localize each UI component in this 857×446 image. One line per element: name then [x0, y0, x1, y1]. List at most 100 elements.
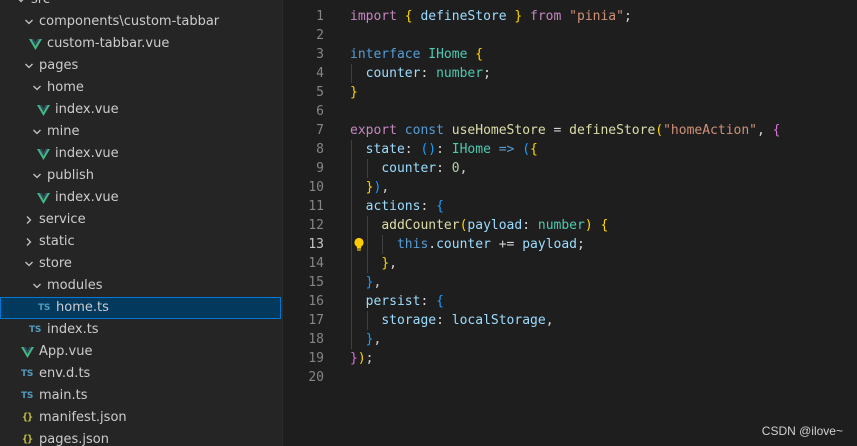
file-item[interactable]: TS main.ts: [0, 385, 281, 407]
chevron-down-icon[interactable]: [30, 165, 44, 187]
ts-file-icon: TS: [19, 385, 35, 407]
code-line[interactable]: 10 }),: [283, 178, 857, 197]
code-token: storage: [381, 313, 437, 328]
chevron-down-icon[interactable]: [30, 275, 44, 297]
code-line[interactable]: 13 this.counter += payload;: [283, 235, 857, 254]
code-text: this.counter += payload;: [350, 235, 585, 254]
code-line[interactable]: 8 state: (): IHome => ({: [283, 140, 857, 159]
code-line[interactable]: 19});: [283, 349, 857, 368]
file-item[interactable]: TS index.ts: [0, 319, 281, 341]
code-line[interactable]: 17 storage: localStorage,: [283, 311, 857, 330]
code-line[interactable]: 14 },: [283, 254, 857, 273]
chevron-right-icon[interactable]: [22, 231, 36, 253]
folder-item[interactable]: components\custom-tabbar: [0, 11, 281, 33]
code-line[interactable]: 11 actions: {: [283, 197, 857, 216]
code-token: counter: [365, 66, 421, 81]
ts-file-icon: TS: [27, 319, 43, 341]
code-line[interactable]: 5}: [283, 83, 857, 102]
lightbulb-icon[interactable]: [352, 235, 366, 254]
code-token: =: [545, 123, 570, 138]
code-line[interactable]: 6: [283, 102, 857, 121]
code-token: {: [772, 123, 781, 138]
code-token: (: [522, 142, 531, 157]
line-number: 6: [316, 104, 324, 119]
tree-item-label: static: [39, 234, 75, 249]
folder-item[interactable]: publish: [0, 165, 281, 187]
chevron-down-icon[interactable]: [30, 121, 44, 143]
code-token: ,: [381, 180, 390, 195]
code-token: IHome: [451, 142, 491, 157]
tree-item-label: mine: [47, 124, 80, 139]
code-token: {: [404, 9, 413, 24]
code-line[interactable]: 9 counter: 0,: [283, 159, 857, 178]
file-item[interactable]: TS home.ts: [0, 297, 281, 319]
line-number: 12: [308, 218, 324, 233]
chevron-down-icon[interactable]: [30, 77, 44, 99]
code-token: persist: [365, 294, 421, 309]
file-item[interactable]: index.vue: [0, 99, 281, 121]
vue-file-icon: [35, 99, 51, 121]
indent-guide: [382, 235, 384, 254]
code-line[interactable]: 3 interface IHome {: [283, 45, 857, 64]
file-item[interactable]: index.vue: [0, 143, 281, 165]
folder-item[interactable]: modules: [0, 275, 281, 297]
code-token: from: [530, 9, 562, 24]
chevron-right-icon[interactable]: [22, 209, 36, 231]
code-token: IHome: [428, 47, 468, 62]
code-token: "pinia": [569, 9, 624, 24]
code-line[interactable]: 7 export const useHomeStore = defineStore…: [283, 121, 857, 140]
code-token: counter: [381, 161, 437, 176]
code-line[interactable]: 12 addCounter(payload: number) {: [283, 216, 857, 235]
chevron-down-icon[interactable]: [22, 55, 36, 77]
file-item[interactable]: index.vue: [0, 187, 281, 209]
code-text: counter: number;: [350, 64, 491, 83]
folder-item[interactable]: home: [0, 77, 281, 99]
code-text: interface IHome {: [350, 45, 483, 64]
folder-item[interactable]: mine: [0, 121, 281, 143]
file-item[interactable]: App.vue: [0, 341, 281, 363]
code-text: persist: {: [350, 292, 444, 311]
indent-guide: [366, 235, 368, 254]
code-editor[interactable]: 1 import { defineStore } from "pinia"; 2 3 i…: [283, 0, 857, 446]
chevron-down-icon[interactable]: [22, 11, 36, 33]
code-text: counter: 0,: [350, 159, 467, 178]
indent-guide: [351, 64, 352, 83]
file-item[interactable]: {} pages.json: [0, 429, 281, 446]
code-token: {: [530, 142, 538, 157]
line-number: 2: [316, 28, 324, 43]
folder-item[interactable]: src: [0, 0, 281, 11]
code-token: :: [420, 199, 437, 214]
code-line[interactable]: 18 },: [283, 330, 857, 349]
code-line[interactable]: 15 },: [283, 273, 857, 292]
code-line[interactable]: 16 persist: {: [283, 292, 857, 311]
watermark: CSDN @ilove~: [761, 424, 843, 438]
code-line[interactable]: 2: [283, 26, 857, 45]
code-text: },: [350, 273, 382, 292]
folder-item[interactable]: static: [0, 231, 281, 253]
folder-item[interactable]: pages: [0, 55, 281, 77]
line-number: 17: [308, 313, 324, 328]
indent-guide: [366, 311, 368, 330]
folder-item[interactable]: store: [0, 253, 281, 275]
code-token: ): [357, 351, 366, 366]
code-line[interactable]: 20: [283, 368, 857, 387]
folder-item[interactable]: service: [0, 209, 281, 231]
tree-item-label: env.d.ts: [39, 366, 91, 381]
code-line[interactable]: 1 import { defineStore } from "pinia";: [283, 7, 857, 26]
line-number: 18: [308, 332, 324, 347]
chevron-down-icon[interactable]: [22, 253, 36, 275]
line-number: 13: [308, 237, 324, 252]
tree-item-label: modules: [47, 278, 103, 293]
code-line[interactable]: 4 counter: number;: [283, 64, 857, 83]
file-item[interactable]: TS env.d.ts: [0, 363, 281, 385]
code-token: "homeAction": [663, 123, 758, 138]
tree-item-label: pages.json: [39, 432, 109, 446]
file-item[interactable]: custom-tabbar.vue: [0, 33, 281, 55]
file-item[interactable]: {} manifest.json: [0, 407, 281, 429]
code-token: :: [436, 142, 452, 157]
chevron-down-icon[interactable]: [14, 0, 28, 11]
tree-item-label: publish: [47, 168, 94, 183]
